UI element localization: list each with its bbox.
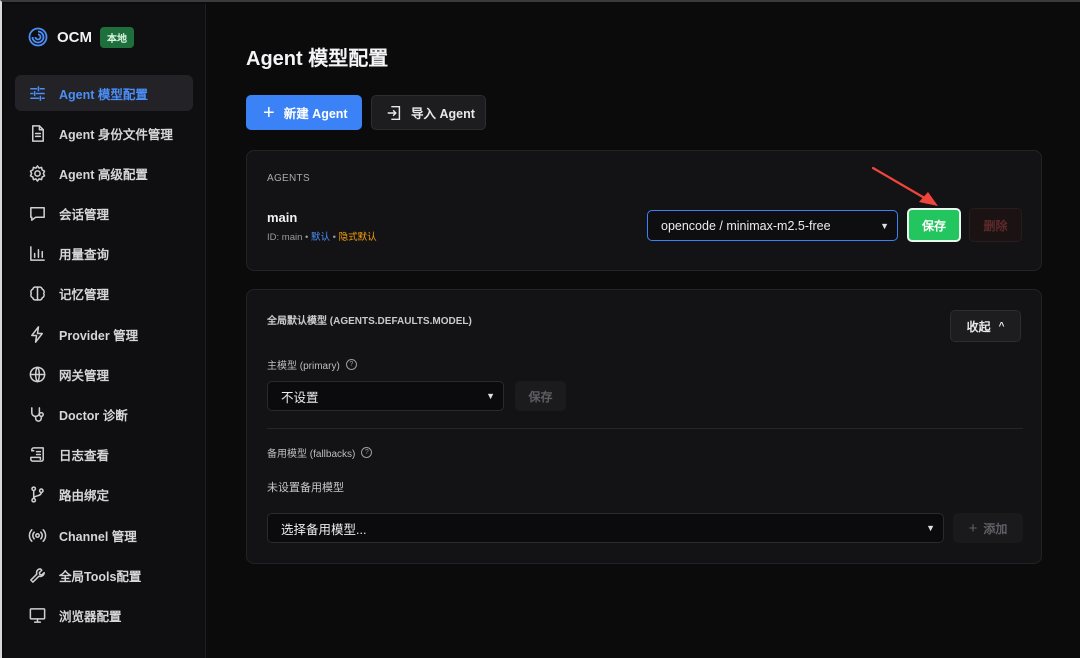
sidebar-item-label: Agent 身份文件管理	[59, 127, 173, 142]
sidebar-nav: Agent 模型配置 Agent 身份文件管理 Agent 高级配置 会话管理 …	[15, 75, 193, 638]
wrench-icon	[28, 566, 47, 585]
bolt-icon	[28, 325, 47, 344]
sidebar-item-label: 会话管理	[59, 208, 110, 223]
divider	[267, 428, 1023, 429]
scroll-icon	[28, 445, 47, 464]
primary-model-value: 不设置	[281, 390, 319, 405]
sidebar-item-global-tools[interactable]: 全局Tools配置	[15, 557, 193, 593]
sidebar-item-label: Channel 管理	[59, 529, 137, 544]
sidebar-item-label: 网关管理	[59, 368, 110, 383]
agent-id: ID: main	[267, 232, 303, 243]
plus-icon: +	[968, 519, 978, 537]
default-tag: 默认	[310, 232, 330, 243]
import-agent-button[interactable]: 导入 Agent	[371, 95, 486, 130]
fallback-model-select[interactable]: 选择备用模型... ▼	[267, 513, 944, 543]
chevron-down-icon: ▼	[486, 391, 495, 401]
sidebar-item-agent-identity-files[interactable]: Agent 身份文件管理	[15, 115, 193, 151]
agent-model-select[interactable]: opencode / minimax-m2.5-free ▼	[647, 210, 898, 241]
primary-save-button[interactable]: 保存	[515, 381, 566, 411]
chevron-down-icon: ▼	[926, 523, 935, 533]
sidebar-item-label: 路由绑定	[59, 489, 110, 504]
annotation-arrow-icon	[871, 166, 938, 206]
collapse-label: 收起	[966, 319, 991, 334]
file-text-icon	[28, 124, 47, 143]
page-title: Agent 模型配置	[246, 48, 389, 70]
fallback-select-value: 选择备用模型...	[281, 522, 367, 537]
sidebar-item-usage[interactable]: 用量查询	[15, 236, 193, 272]
agent-model-value: opencode / minimax-m2.5-free	[661, 218, 831, 233]
help-icon[interactable]: ?	[345, 359, 357, 370]
git-branch-icon	[28, 485, 47, 504]
main-content: Agent 模型配置 + 新建 Agent 导入 Agent AGENTS ma…	[246, 2, 1042, 658]
fallback-label-text: 备用模型 (fallbacks)	[267, 449, 356, 460]
new-agent-label: 新建 Agent	[283, 107, 348, 121]
agent-save-button[interactable]: 保存	[907, 208, 961, 242]
sidebar-item-sessions[interactable]: 会话管理	[15, 196, 193, 232]
sidebar-item-memory[interactable]: 记忆管理	[15, 276, 193, 312]
sidebar-item-label: 记忆管理	[59, 288, 110, 303]
sidebar-item-logs[interactable]: 日志查看	[15, 437, 193, 473]
agents-section-label: AGENTS	[267, 173, 310, 184]
implicit-default-tag: 隐式默认	[338, 232, 377, 243]
fallback-model-label: 备用模型 (fallbacks) ?	[267, 445, 373, 460]
sidebar: OCM 本地 Agent 模型配置 Agent 身份文件管理 Agent 高级配…	[4, 4, 206, 658]
globe-icon	[28, 365, 47, 384]
chevron-up-icon: ^	[998, 320, 1005, 332]
import-icon	[387, 105, 401, 120]
radio-icon	[28, 526, 47, 545]
global-default-model-card: 全局默认模型 (AGENTS.DEFAULTS.MODEL) 收起 ^ 主模型 …	[246, 289, 1042, 564]
sidebar-item-label: Agent 高级配置	[59, 167, 148, 182]
stethoscope-icon	[28, 405, 47, 424]
new-agent-button[interactable]: + 新建 Agent	[246, 95, 362, 130]
sidebar-item-gateway[interactable]: 网关管理	[15, 356, 193, 392]
sidebar-item-label: Provider 管理	[59, 328, 139, 343]
sidebar-item-label: 全局Tools配置	[59, 569, 142, 584]
chat-icon	[28, 204, 47, 223]
bar-chart-icon	[28, 244, 47, 263]
import-agent-label: 导入 Agent	[411, 107, 475, 121]
meta-separator: •	[330, 232, 339, 243]
add-fallback-button[interactable]: + 添加	[953, 513, 1023, 543]
brand-name: OCM	[57, 28, 92, 46]
add-label: 添加	[983, 521, 1008, 536]
sidebar-item-label: 日志查看	[59, 449, 110, 464]
global-default-title: 全局默认模型 (AGENTS.DEFAULTS.MODEL)	[267, 316, 472, 327]
sidebar-item-label: Doctor 诊断	[59, 409, 128, 423]
help-icon[interactable]: ?	[361, 447, 373, 458]
brand-badge: 本地	[100, 26, 134, 48]
no-fallback-text: 未设置备用模型	[267, 482, 344, 494]
sidebar-item-label: 浏览器配置	[59, 609, 122, 624]
sidebar-item-routing[interactable]: 路由绑定	[15, 477, 193, 513]
meta-separator: •	[302, 232, 311, 243]
brand[interactable]: OCM 本地	[28, 24, 134, 50]
sidebar-item-provider[interactable]: Provider 管理	[15, 316, 193, 352]
primary-model-select[interactable]: 不设置 ▼	[267, 381, 504, 411]
monitor-icon	[28, 606, 47, 625]
sliders-icon	[28, 84, 47, 103]
primary-label-text: 主模型 (primary)	[267, 361, 340, 372]
sidebar-item-agent-model-config[interactable]: Agent 模型配置	[15, 75, 193, 111]
plus-icon: +	[263, 101, 275, 124]
spiral-logo-icon	[28, 27, 48, 47]
chevron-down-icon: ▼	[880, 220, 889, 231]
sidebar-item-agent-advanced-config[interactable]: Agent 高级配置	[15, 155, 193, 191]
brain-icon	[28, 284, 47, 303]
sidebar-item-doctor[interactable]: Doctor 诊断	[15, 397, 193, 433]
sidebar-item-browser[interactable]: 浏览器配置	[15, 597, 193, 633]
collapse-button[interactable]: 收起 ^	[950, 310, 1021, 342]
agent-meta: ID: main • 默认 • 隐式默认	[267, 229, 377, 243]
agent-delete-button[interactable]: 删除	[969, 208, 1022, 242]
primary-model-label: 主模型 (primary) ?	[267, 357, 357, 372]
app-window: OCM 本地 Agent 模型配置 Agent 身份文件管理 Agent 高级配…	[0, 0, 1080, 658]
sidebar-item-label: 用量查询	[59, 248, 110, 263]
gear-icon	[28, 164, 47, 183]
sidebar-item-channel[interactable]: Channel 管理	[15, 517, 193, 553]
agent-name: main	[267, 210, 298, 225]
sidebar-item-label: Agent 模型配置	[59, 87, 148, 102]
